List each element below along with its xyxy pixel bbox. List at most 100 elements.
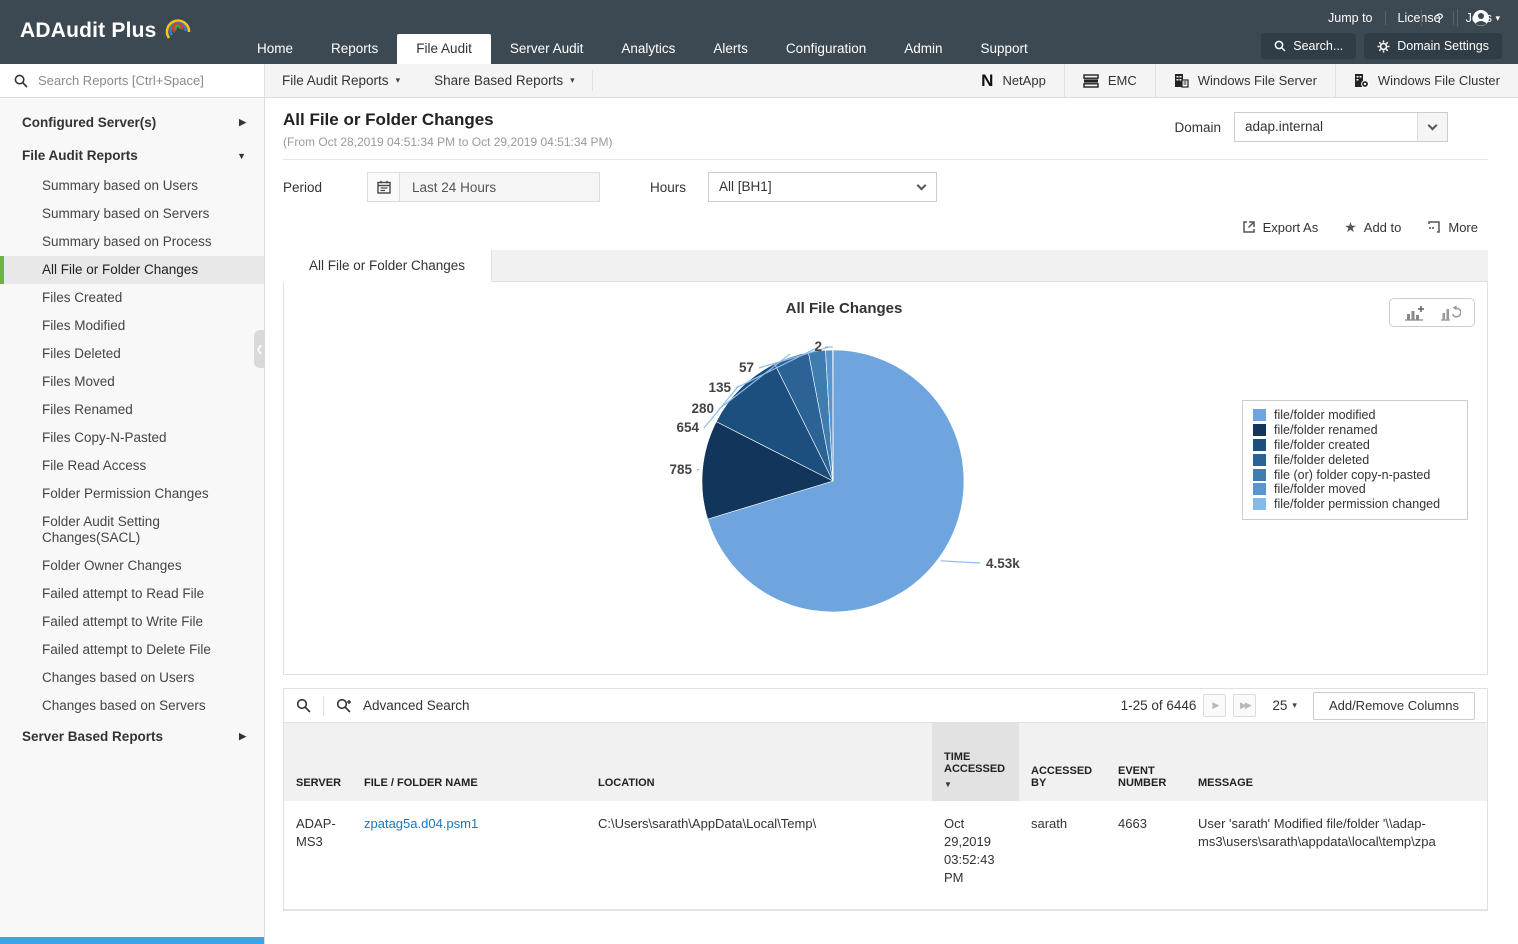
- pagination-range: 1-25 of 6446: [1121, 698, 1197, 713]
- pie-slice-value-label: 654: [676, 420, 699, 435]
- pie-slice-value-label: 280: [691, 401, 714, 416]
- more-button[interactable]: More: [1427, 220, 1478, 235]
- sidebar-report-item[interactable]: Changes based on Users: [0, 664, 264, 692]
- col-header-server[interactable]: SERVER: [284, 723, 352, 801]
- nav-menu-item[interactable]: Reports: [312, 34, 397, 64]
- calendar-icon: [377, 180, 391, 194]
- filters-row: Period Hours All [BH1]: [283, 172, 1488, 202]
- chart-panel: All File Changes 4.53k7: [283, 282, 1488, 675]
- legend-color-chip: [1253, 439, 1266, 451]
- export-as-button[interactable]: Export As: [1242, 220, 1319, 235]
- global-search-button[interactable]: Search...: [1261, 33, 1356, 59]
- report-search-input[interactable]: [38, 73, 248, 88]
- sidebar-collapse-handle[interactable]: ❮: [254, 330, 265, 368]
- sidebar-report-item[interactable]: Failed attempt to Delete File: [0, 636, 264, 664]
- calendar-button[interactable]: [367, 172, 400, 202]
- sidebar-report-item[interactable]: Files Renamed: [0, 396, 264, 424]
- sidebar-report-item[interactable]: Changes based on Servers: [0, 692, 264, 720]
- gear-icon: [1377, 40, 1390, 53]
- sidebar: Configured Server(s) ▶ File Audit Report…: [0, 98, 265, 944]
- sidebar-section-server-based-reports[interactable]: Server Based Reports ▶: [0, 720, 264, 753]
- user-menu[interactable]: ▾: [1457, 9, 1504, 27]
- hours-select[interactable]: All [BH1]: [708, 172, 937, 202]
- sidebar-report-list: Summary based on UsersSummary based on S…: [0, 172, 264, 720]
- sidebar-scroll-strip[interactable]: [0, 937, 264, 944]
- report-search-box[interactable]: [0, 64, 265, 97]
- nav-menu-item[interactable]: Support: [962, 34, 1047, 64]
- chevron-down-icon: [1417, 113, 1447, 141]
- sidebar-report-item[interactable]: Files Modified: [0, 312, 264, 340]
- sidebar-report-item[interactable]: Failed attempt to Write File: [0, 608, 264, 636]
- nav-menu-item[interactable]: Alerts: [694, 34, 767, 64]
- chevron-right-icon: ▶: [239, 117, 246, 128]
- sidebar-report-item[interactable]: Files Deleted: [0, 340, 264, 368]
- sidebar-report-item[interactable]: File Read Access: [0, 452, 264, 480]
- sidebar-report-item[interactable]: Failed attempt to Read File: [0, 580, 264, 608]
- domain-settings-button[interactable]: Domain Settings: [1364, 33, 1502, 59]
- sidebar-report-item[interactable]: Files Created: [0, 284, 264, 312]
- file-audit-reports-dropdown[interactable]: File Audit Reports▾: [265, 64, 417, 97]
- user-avatar-icon: [1472, 9, 1490, 27]
- netapp-tab[interactable]: N NetApp: [963, 64, 1064, 97]
- chart-legend: file/folder modified file/folder renamed…: [1242, 400, 1468, 520]
- period-label: Period: [283, 180, 322, 195]
- legend-item: file/folder created: [1253, 438, 1457, 453]
- sidebar-report-item[interactable]: Folder Permission Changes: [0, 480, 264, 508]
- share-based-reports-dropdown[interactable]: Share Based Reports▾: [417, 64, 592, 97]
- sidebar-report-item[interactable]: Folder Owner Changes: [0, 552, 264, 580]
- nav-menu-item[interactable]: Home: [238, 34, 312, 64]
- legend-item: file/folder renamed: [1253, 423, 1457, 438]
- last-page-button[interactable]: ▶▶: [1233, 694, 1256, 717]
- search-icon: [296, 698, 311, 713]
- app-logo[interactable]: ADAudit Plus: [20, 16, 193, 46]
- nav-menu-item[interactable]: Server Audit: [491, 34, 603, 64]
- col-header-time-accessed[interactable]: TIME ACCESSED ▼: [932, 723, 1019, 801]
- sidebar-report-item[interactable]: Files Copy-N-Pasted: [0, 424, 264, 452]
- advanced-search-label: Advanced Search: [363, 698, 470, 713]
- col-header-location[interactable]: LOCATION: [586, 723, 932, 801]
- sidebar-report-item[interactable]: Summary based on Process: [0, 228, 264, 256]
- sidebar-report-item[interactable]: Summary based on Users: [0, 172, 264, 200]
- brand-swirl-icon: [163, 16, 193, 46]
- help-icon[interactable]: ?: [1421, 10, 1458, 26]
- file-name-link[interactable]: zpatag5a.d04.psm1: [364, 816, 478, 831]
- col-header-file-folder-name[interactable]: FILE / FOLDER NAME: [352, 723, 586, 801]
- chevron-down-icon: ▼: [237, 151, 246, 161]
- caret-down-icon: ▾: [1292, 700, 1297, 711]
- windows-file-server-tab[interactable]: Windows File Server: [1155, 64, 1335, 97]
- tab-all-file-or-folder-changes[interactable]: All File or Folder Changes: [283, 250, 492, 282]
- col-header-accessed-by[interactable]: ACCESSED BY: [1019, 723, 1106, 801]
- sidebar-report-item[interactable]: Files Moved: [0, 368, 264, 396]
- report-tabstrip: All File or Folder Changes: [283, 250, 1488, 282]
- export-icon: [1242, 220, 1256, 234]
- sidebar-report-item[interactable]: Summary based on Servers: [0, 200, 264, 228]
- add-remove-columns-button[interactable]: Add/Remove Columns: [1313, 692, 1475, 720]
- col-header-message[interactable]: MESSAGE: [1186, 723, 1487, 801]
- pie-slice-value-label: 4.53k: [986, 556, 1020, 571]
- table-search-button[interactable]: [284, 698, 323, 713]
- sidebar-report-item[interactable]: All File or Folder Changes: [0, 256, 264, 284]
- global-search-label: Search...: [1293, 39, 1343, 53]
- nav-menu-item[interactable]: Admin: [885, 34, 961, 64]
- brand-text: ADAudit Plus: [20, 19, 157, 43]
- add-to-button[interactable]: ★ Add to: [1344, 219, 1401, 236]
- page-size-select[interactable]: 25 ▾: [1272, 698, 1297, 713]
- navbar-buttons: Search... Domain Settings: [1261, 33, 1502, 59]
- windows-file-cluster-tab[interactable]: Windows File Cluster: [1335, 64, 1518, 97]
- cell-time-accessed: Oct 29,2019 03:52:43 PM: [932, 801, 1019, 909]
- sidebar-section-configured-servers[interactable]: Configured Server(s) ▶: [0, 106, 264, 139]
- sidebar-section-file-audit-reports[interactable]: File Audit Reports ▼: [0, 139, 264, 172]
- advanced-search-button[interactable]: Advanced Search: [324, 698, 482, 713]
- domain-select[interactable]: adap.internal: [1234, 112, 1448, 142]
- emc-tab[interactable]: EMC: [1064, 64, 1155, 97]
- sidebar-report-item[interactable]: Folder Audit Setting Changes(SACL): [0, 508, 264, 552]
- period-input[interactable]: [400, 172, 600, 202]
- nav-menu-item[interactable]: Configuration: [767, 34, 885, 64]
- col-header-event-number[interactable]: EVENT NUMBER: [1106, 723, 1186, 801]
- windows-file-server-icon: [1174, 73, 1189, 88]
- next-page-button[interactable]: ▶: [1203, 694, 1226, 717]
- legend-item: file/folder moved: [1253, 482, 1457, 497]
- pie-label-leader: [697, 469, 700, 470]
- nav-menu-item[interactable]: File Audit: [397, 34, 491, 64]
- nav-menu-item[interactable]: Analytics: [602, 34, 694, 64]
